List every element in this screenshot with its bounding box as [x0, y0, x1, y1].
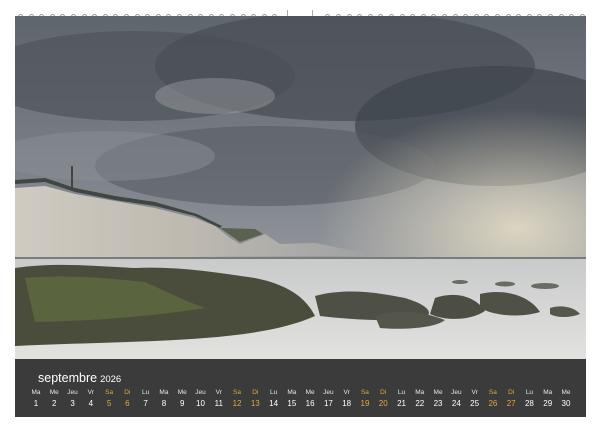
day-abbr: Lu: [525, 389, 534, 396]
day-abbr: Di: [124, 389, 131, 396]
day-cell: Me 23: [430, 389, 446, 411]
day-number: 7: [143, 399, 148, 408]
day-number: 9: [179, 399, 185, 408]
day-cell: Vr 25: [467, 389, 483, 411]
day-number: 5: [106, 399, 112, 408]
day-abbr: Ma: [287, 389, 297, 396]
day-number: 24: [451, 399, 461, 408]
day-cell: Me 9: [174, 389, 190, 411]
day-number: 16: [305, 399, 315, 408]
day-number: 30: [561, 399, 571, 408]
day-number: 10: [196, 399, 205, 408]
day-cell: Me 16: [302, 389, 318, 411]
day-number: 27: [506, 399, 516, 408]
day-cell: Lu 28: [521, 389, 537, 411]
day-number: 21: [397, 399, 406, 408]
day-row: Ma 1 Me 2 Jeu 3 Vr 4 Sa 5 Di 6 Lu 7 Ma 8 Me 9 Jeu 10 Vr 11 Sa 1…: [31, 389, 570, 413]
day-cell: Di 20: [375, 389, 391, 411]
day-abbr: Di: [380, 389, 387, 396]
day-number: 1: [33, 399, 39, 408]
day-cell: Lu 21: [394, 389, 410, 411]
day-cell: Jeu 3: [65, 389, 81, 411]
day-abbr: Di: [252, 389, 259, 396]
day-abbr: Ma: [31, 389, 41, 396]
day-cell: Jeu 10: [192, 389, 208, 411]
day-abbr: Me: [561, 389, 571, 396]
day-abbr: Lu: [142, 389, 150, 396]
day-abbr: Sa: [360, 389, 369, 396]
day-abbr: Jeu: [195, 389, 206, 396]
day-number: 2: [52, 399, 57, 408]
landscape-photo: [15, 16, 586, 359]
day-abbr: Jeu: [451, 389, 462, 396]
day-number: 28: [524, 399, 534, 408]
day-abbr: Me: [433, 389, 443, 396]
day-number: 6: [125, 399, 130, 408]
day-cell: Lu 14: [266, 389, 282, 411]
day-cell: Me 2: [46, 389, 62, 411]
day-abbr: Lu: [397, 389, 406, 396]
day-abbr: Jeu: [323, 389, 334, 396]
day-abbr: Ma: [159, 389, 169, 396]
day-number: 26: [488, 399, 498, 408]
day-abbr: Jeu: [67, 389, 78, 396]
day-cell: Ma 1: [28, 389, 44, 411]
day-number: 29: [543, 399, 553, 408]
day-number: 20: [378, 399, 388, 408]
day-cell: Jeu 24: [448, 389, 464, 411]
day-cell: Ma 22: [412, 389, 428, 411]
day-cell: Sa 26: [485, 389, 501, 411]
day-number: 13: [250, 399, 260, 408]
day-number: 15: [287, 399, 297, 408]
day-abbr: Me: [177, 389, 187, 396]
day-cell: Ma 29: [540, 389, 556, 411]
day-number: 14: [269, 399, 279, 408]
day-abbr: Ma: [415, 389, 425, 396]
day-cell: Ma 8: [156, 389, 172, 411]
day-cell: Sa 12: [229, 389, 245, 411]
day-abbr: Sa: [105, 389, 114, 396]
day-cell: Vr 11: [211, 389, 227, 411]
day-cell: Sa 19: [357, 389, 373, 411]
day-number: 22: [415, 399, 425, 408]
day-number: 18: [342, 399, 352, 408]
day-number: 8: [161, 399, 167, 408]
day-cell: Sa 5: [101, 389, 117, 411]
day-number: 19: [360, 399, 370, 408]
day-abbr: Me: [49, 389, 59, 396]
month-year: 2026: [100, 374, 122, 385]
day-abbr: Vr: [87, 389, 94, 396]
day-cell: Di 27: [503, 389, 519, 411]
day-abbr: Sa: [488, 389, 497, 396]
day-abbr: Vr: [343, 389, 350, 396]
day-cell: Di 13: [247, 389, 263, 411]
day-number: 12: [232, 399, 242, 408]
day-cell: Lu 7: [138, 389, 154, 411]
day-abbr: Sa: [233, 389, 241, 396]
day-number: 11: [214, 399, 223, 408]
day-cell: Vr 4: [83, 389, 99, 411]
day-number: 17: [323, 399, 333, 408]
day-abbr: Vr: [215, 389, 222, 396]
day-cell: Vr 18: [339, 389, 355, 411]
day-abbr: Ma: [543, 389, 553, 396]
day-number: 25: [470, 399, 480, 408]
calendar-strip: septembre 2026 Ma 1 Me 2 Jeu 3 Vr 4 Sa 5 Di 6 Lu 7 Ma 8 M…: [15, 359, 586, 417]
day-cell: Ma 15: [284, 389, 300, 411]
month-title: septembre 2026: [38, 371, 121, 385]
day-abbr: Di: [508, 389, 515, 396]
day-number: 3: [70, 399, 75, 408]
day-cell: Me 30: [558, 389, 574, 411]
day-cell: Jeu 17: [320, 389, 336, 411]
day-cell: Di 6: [119, 389, 135, 411]
cliff-coast-image: [15, 16, 586, 359]
day-abbr: Me: [305, 389, 315, 396]
day-abbr: Lu: [269, 389, 278, 396]
day-abbr: Vr: [471, 389, 478, 396]
day-number: 4: [88, 399, 94, 408]
month-name: septembre: [38, 371, 98, 385]
day-number: 23: [433, 399, 443, 408]
